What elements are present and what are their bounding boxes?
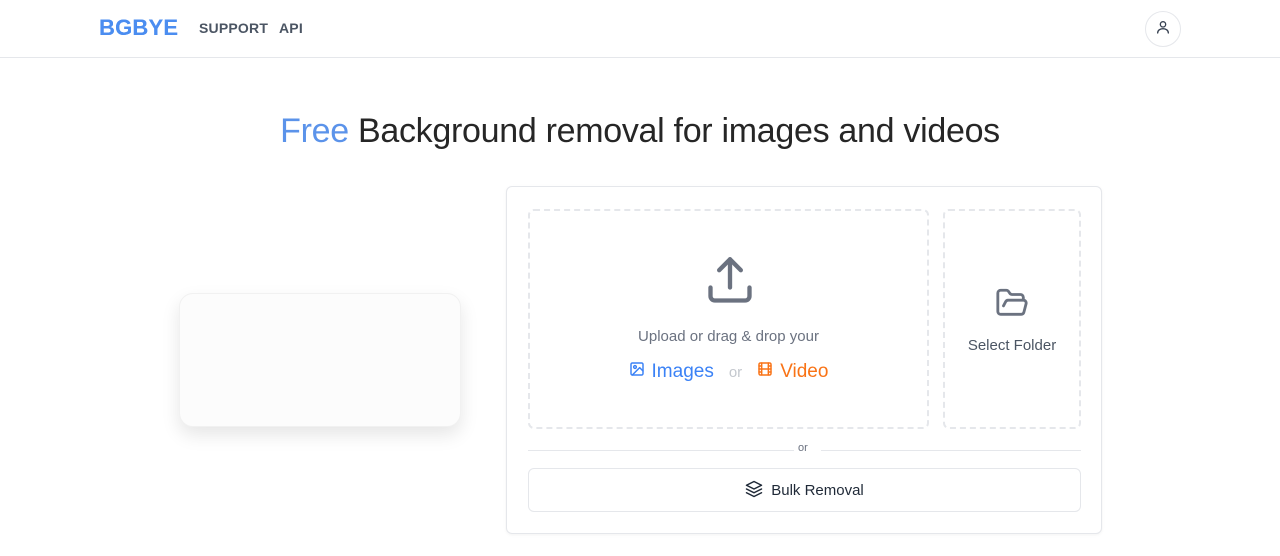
title-rest: Background removal for images and videos xyxy=(348,112,1000,150)
brand-logo[interactable]: BGBYE xyxy=(99,15,178,41)
divider-line-right xyxy=(821,450,1081,451)
preview-card xyxy=(179,293,461,427)
folder-open-icon xyxy=(995,286,1029,325)
select-folder-zone[interactable]: Select Folder xyxy=(943,209,1081,429)
nav-link-support[interactable]: SUPPORT xyxy=(199,20,268,36)
select-folder-label: Select Folder xyxy=(967,337,1057,354)
title-accent: Free xyxy=(280,112,349,150)
media-type-row: Images or Video xyxy=(530,361,927,383)
upload-panel: Upload or drag & drop your Images or Vid… xyxy=(506,186,1102,534)
images-label: Images xyxy=(651,361,714,382)
divider-label: or xyxy=(798,442,808,454)
upload-dropzone[interactable]: Upload or drag & drop your Images or Vid… xyxy=(528,209,929,429)
video-label: Video xyxy=(780,361,829,382)
image-icon xyxy=(629,361,652,383)
images-upload-link[interactable]: Images xyxy=(629,361,714,383)
divider-line-left xyxy=(528,450,794,451)
upload-icon xyxy=(704,255,756,312)
upload-prompt: Upload or drag & drop your xyxy=(638,328,819,345)
video-upload-link[interactable]: Video xyxy=(757,361,828,383)
layers-icon xyxy=(745,480,763,501)
or-divider: or xyxy=(528,441,1081,459)
or-separator: or xyxy=(728,363,743,381)
top-navbar: BGBYE SUPPORT API xyxy=(0,0,1280,58)
bulk-removal-label: Bulk Removal xyxy=(771,481,864,499)
account-button[interactable] xyxy=(1145,11,1181,47)
page-title: Free Background removal for images and v… xyxy=(0,112,1280,151)
film-icon xyxy=(757,361,780,383)
nav-link-api[interactable]: API xyxy=(279,20,303,36)
bulk-removal-button[interactable]: Bulk Removal xyxy=(528,468,1081,512)
user-icon xyxy=(1155,19,1171,40)
